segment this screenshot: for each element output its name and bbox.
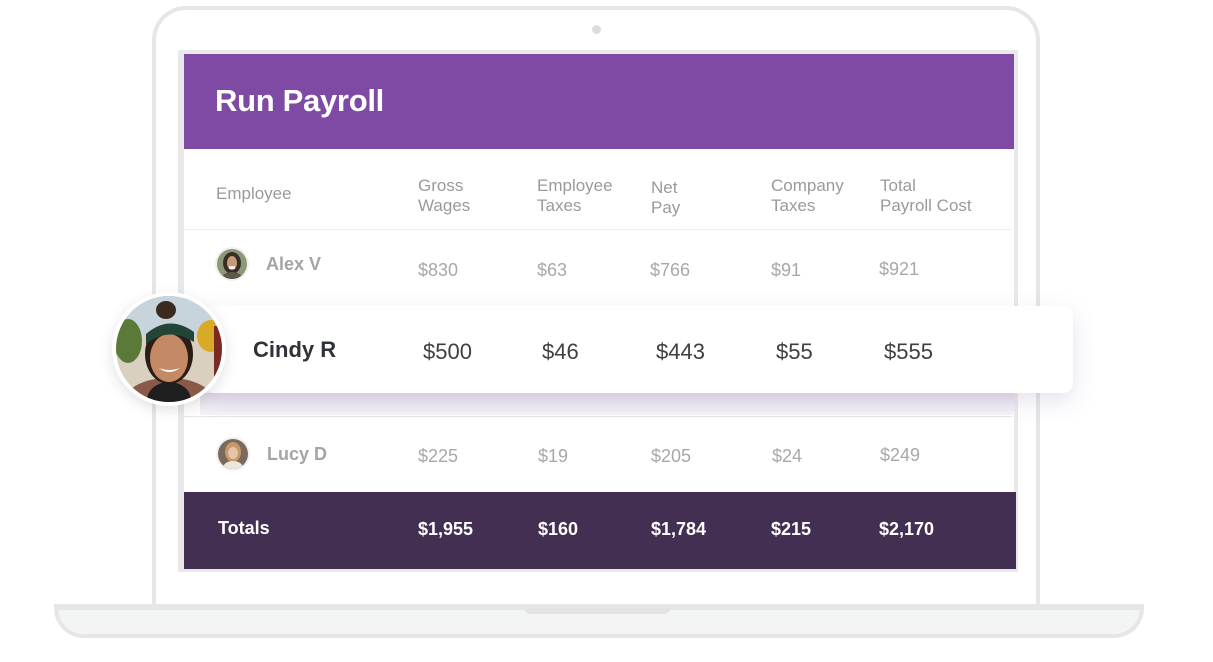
column-header-label: Wages xyxy=(418,196,471,215)
employee-name: Cindy R xyxy=(253,337,337,362)
avatar-photo-icon xyxy=(116,296,222,402)
column-header-gross-wages: Gross Wages xyxy=(418,176,470,216)
panel-header: Run Payroll xyxy=(184,54,1014,149)
column-header-label: Employee xyxy=(216,184,292,203)
column-header-label: Pay xyxy=(651,198,681,217)
company-taxes-value: $24 xyxy=(772,446,803,466)
column-header-label: Total xyxy=(880,176,916,195)
column-header-label: Payroll Cost xyxy=(880,196,972,215)
employee-taxes-value: $19 xyxy=(538,446,569,466)
total-payroll-cost-value: $249 xyxy=(880,445,921,465)
column-header-label: Net xyxy=(651,178,678,197)
column-header-label: Company xyxy=(771,176,844,195)
column-header-label: Taxes xyxy=(537,196,582,215)
avatar-photo-icon xyxy=(218,439,248,469)
gross-wages-value: $830 xyxy=(418,260,459,280)
net-pay-value: $443 xyxy=(656,339,705,364)
gross-wages-value: $225 xyxy=(418,446,459,466)
total-payroll-cost-value: $921 xyxy=(879,259,920,279)
total-net-pay: $1,784 xyxy=(651,519,707,539)
employee-taxes-value: $46 xyxy=(542,339,579,364)
total-payroll-cost-value: $555 xyxy=(884,339,933,364)
employee-taxes-value: $63 xyxy=(537,260,568,280)
total-payroll-cost: $2,170 xyxy=(879,519,935,539)
total-employee-taxes: $160 xyxy=(538,519,579,539)
net-pay-value: $205 xyxy=(651,446,692,466)
laptop-base xyxy=(54,604,1144,638)
totals-label: Totals xyxy=(218,518,270,538)
column-header-total-payroll-cost: Total Payroll Cost xyxy=(880,176,972,216)
table-row-cindy-highlighted[interactable]: Cindy R $500 $46 $443 $55 $555 xyxy=(205,306,1073,393)
employee-name: Lucy D xyxy=(267,444,328,464)
column-header-employee: Employee xyxy=(216,184,292,204)
avatar-photo-icon xyxy=(217,249,247,279)
avatar-large xyxy=(112,292,226,406)
column-header-label: Employee xyxy=(537,176,613,195)
page-title: Run Payroll xyxy=(215,83,384,118)
card-shadow xyxy=(200,393,1015,415)
column-header-company-taxes: Company Taxes xyxy=(771,176,844,216)
row-divider xyxy=(184,416,1012,417)
column-header-net-pay: Net Pay xyxy=(651,178,680,218)
gross-wages-value: $500 xyxy=(423,339,472,364)
total-gross-wages: $1,955 xyxy=(418,519,474,539)
column-header-label: Taxes xyxy=(771,196,816,215)
avatar xyxy=(215,247,249,281)
header-divider xyxy=(184,229,1012,230)
company-taxes-value: $55 xyxy=(776,339,813,364)
laptop-notch xyxy=(524,608,670,614)
avatar-photo xyxy=(116,296,222,402)
totals-row: Totals $1,955 $160 $1,784 $215 $2,170 xyxy=(184,492,1016,569)
camera-icon xyxy=(592,25,601,34)
company-taxes-value: $91 xyxy=(771,260,802,280)
net-pay-value: $766 xyxy=(650,260,691,280)
total-company-taxes: $215 xyxy=(771,519,812,539)
avatar xyxy=(216,437,250,471)
column-header-label: Gross xyxy=(418,176,464,195)
employee-name: Alex V xyxy=(266,254,322,274)
column-header-employee-taxes: Employee Taxes xyxy=(537,176,613,216)
